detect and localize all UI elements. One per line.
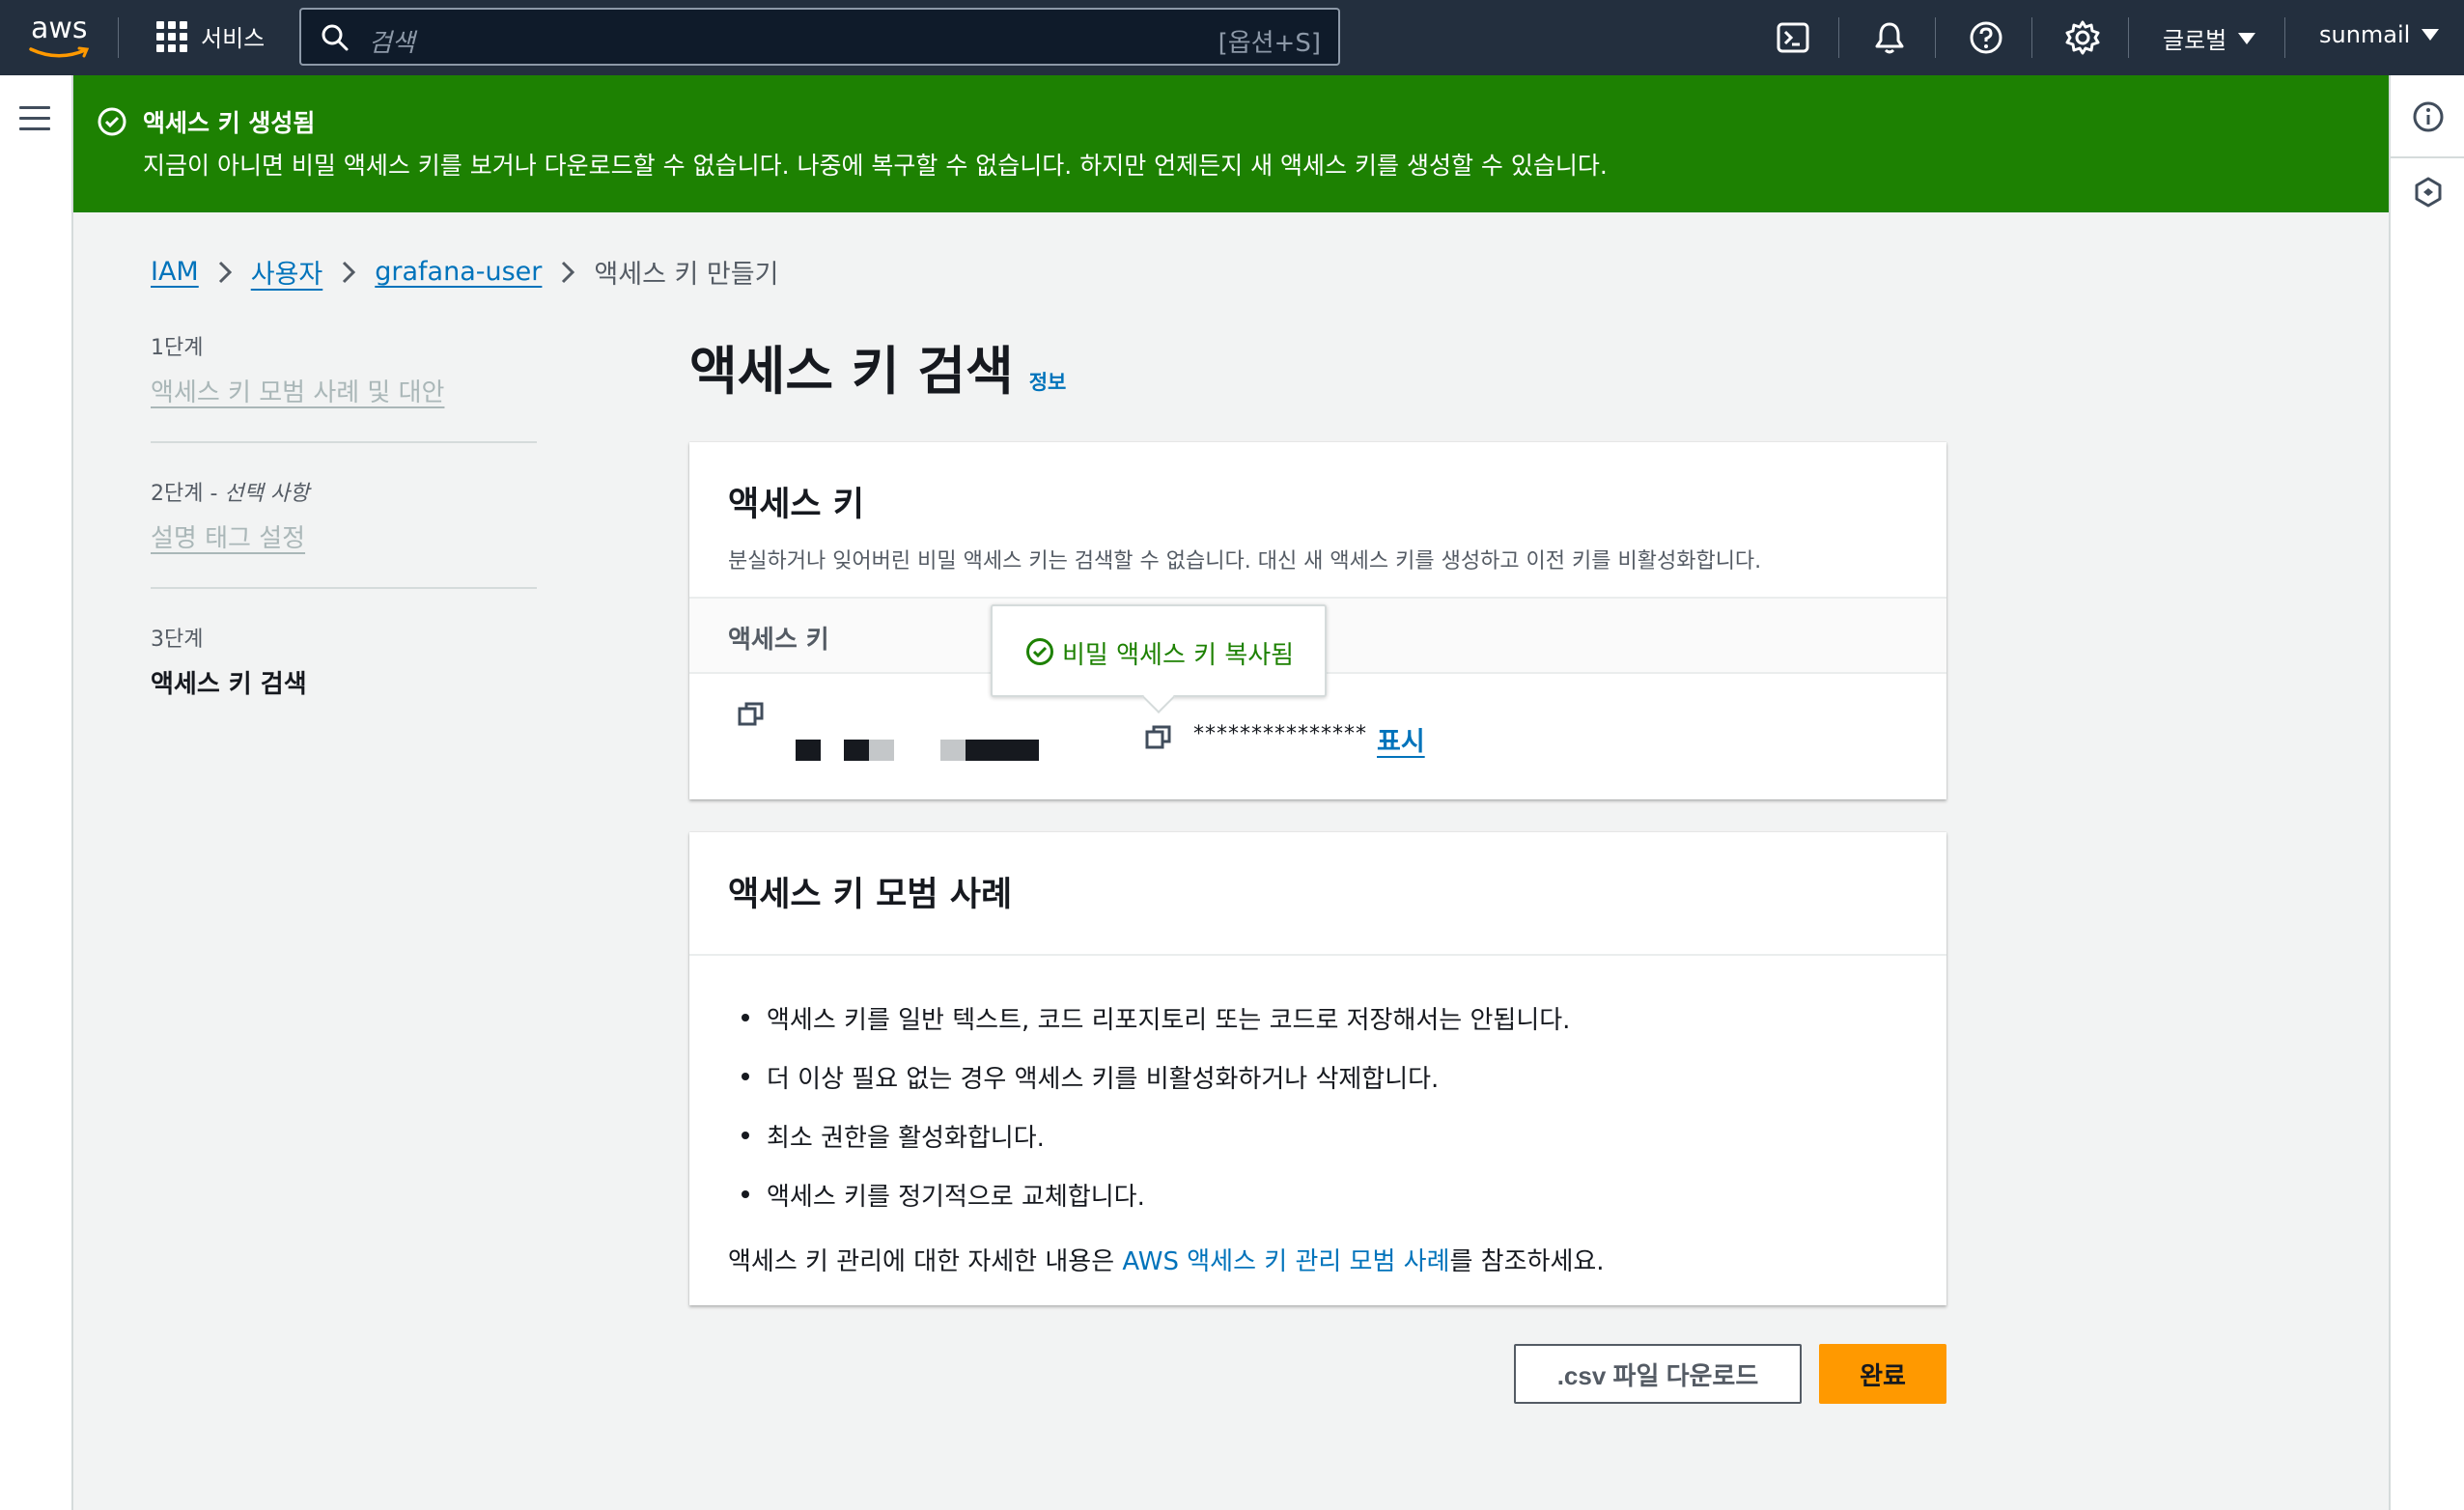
best-practices-link[interactable]: AWS 액세스 키 관리 모범 사례 [1122,1247,1449,1276]
breadcrumb-iam[interactable]: IAM [151,257,199,287]
rail-divider [2391,156,2464,158]
check-circle-icon [1026,638,1053,665]
step-name: 액세스 키 모범 사례 및 대안 [151,378,445,407]
list-item: 더 이상 필요 없는 경우 액세스 키를 비활성화하거나 삭제합니다. [728,1059,1908,1095]
feedback-icon[interactable] [2412,176,2445,209]
step-number: 2단계 - 선택 사항 [151,482,310,506]
breadcrumb-users[interactable]: 사용자 [251,253,323,291]
redacted-access-key [869,740,894,761]
nav-divider [1935,17,1936,58]
wizard-step-3: 3단계 액세스 키 검색 [151,622,537,733]
best-practices-list: 액세스 키를 일반 텍스트, 코드 리포지토리 또는 코드로 저장해서는 안됩니… [689,956,1946,1213]
account-menu[interactable]: sunmail [2319,21,2440,48]
info-icon[interactable] [2412,100,2445,133]
aws-logo-text: aws [31,12,88,45]
flash-message: 지금이 아니면 비밀 액세스 키를 보거나 다운로드할 수 없습니다. 나중에 … [143,152,1608,180]
cloudshell-icon[interactable] [1775,19,1811,56]
redacted-access-key [796,740,821,761]
panel-description: 분실하거나 잊어버린 비밀 액세스 키는 검색할 수 없습니다. 대신 새 액세… [728,549,1762,573]
list-item: 액세스 키를 정기적으로 교체합니다. [728,1177,1908,1213]
step-number: 3단계 [151,628,204,652]
services-label: 서비스 [201,25,266,52]
chevron-right-icon [218,261,232,283]
panel-title: 액세스 키 [728,486,864,524]
search-placeholder: 검색 [369,29,415,58]
left-rail [0,75,73,1510]
nav-divider [118,17,119,58]
secret-access-key: *************** [1193,722,1367,746]
menu-icon[interactable] [19,106,50,138]
breadcrumb-current: 액세스 키 만들기 [594,260,779,290]
redacted-access-key [940,740,966,761]
check-circle-icon [98,107,126,136]
bell-icon[interactable] [1871,19,1908,56]
caret-down-icon [2422,29,2440,41]
account-label: sunmail [2319,21,2411,48]
region-selector[interactable]: 글로벌 [2163,21,2256,55]
list-item: 최소 권한을 활성화합니다. [728,1118,1908,1154]
best-practices-footer: 액세스 키 관리에 대한 자세한 내용은 AWS 액세스 키 관리 모범 사례를… [728,1247,1605,1276]
done-button[interactable]: 완료 [1819,1344,1946,1404]
list-item: 액세스 키를 일반 텍스트, 코드 리포지토리 또는 코드로 저장해서는 안됩니… [728,1000,1908,1036]
aws-smile-icon [29,46,90,58]
nav-divider [2031,17,2032,58]
grid-icon [156,20,187,52]
services-menu-button[interactable]: 서비스 [156,19,265,53]
breadcrumb-user[interactable]: grafana-user [375,257,542,287]
wizard-steps: 1단계 액세스 키 모범 사례 및 대안 2단계 - 선택 사항 설명 태그 설… [151,330,537,766]
page-title: 액세스 키 검색 정보 [689,328,1066,405]
nav-divider [2284,17,2285,58]
help-icon[interactable] [1968,19,2004,56]
copy-icon[interactable] [1145,724,1172,751]
step-name: 설명 태그 설정 [151,524,306,553]
info-link[interactable]: 정보 [1029,367,1067,396]
copied-popover: 비밀 액세스 키 복사됨 [991,604,1327,713]
aws-logo[interactable]: aws [29,12,97,60]
page-title-text: 액세스 키 검색 [689,341,1014,402]
step-number: 1단계 [151,336,204,360]
panel-header: 액세스 키 분실하거나 잊어버린 비밀 액세스 키는 검색할 수 없습니다. 대… [689,442,1946,599]
search-shortcut: [옵션+S] [1218,29,1321,58]
caret-down-icon [2238,32,2256,44]
flash-title: 액세스 키 생성됨 [143,109,316,137]
wizard-step-1: 1단계 액세스 키 모범 사례 및 대안 [151,330,537,443]
step-name-active: 액세스 키 검색 [151,670,307,699]
top-navigation: aws 서비스 검색 [옵션+S] 글로벌 sunmail [0,0,2464,75]
wizard-step-2: 2단계 - 선택 사항 설명 태그 설정 [151,476,537,589]
show-secret-link[interactable]: 표시 [1377,720,1425,758]
panel-header: 액세스 키 모범 사례 [689,832,1946,956]
panel-title: 액세스 키 모범 사례 [728,876,1013,914]
copy-icon[interactable] [738,701,765,728]
success-flash-banner: 액세스 키 생성됨 지금이 아니면 비밀 액세스 키를 보거나 다운로드할 수 … [73,75,2389,212]
best-practices-panel: 액세스 키 모범 사례 액세스 키를 일반 텍스트, 코드 리포지토리 또는 코… [689,832,1946,1305]
redacted-access-key [844,740,869,761]
redacted-access-key [966,740,1039,761]
gear-icon[interactable] [2064,19,2101,56]
chevron-right-icon [343,261,356,283]
chevron-right-icon [562,261,575,283]
search-icon [322,24,349,51]
nav-divider [2128,17,2129,58]
download-csv-button[interactable]: .csv 파일 다운로드 [1514,1344,1802,1404]
search-input[interactable]: 검색 [옵션+S] [299,8,1340,66]
step-optional: 선택 사항 [224,482,310,506]
breadcrumb: IAM 사용자 grafana-user 액세스 키 만들기 [151,253,778,291]
right-rail [2389,75,2464,1510]
nav-divider [1838,17,1839,58]
popover-text: 비밀 액세스 키 복사됨 [1062,641,1295,670]
region-label: 글로벌 [2163,27,2227,54]
